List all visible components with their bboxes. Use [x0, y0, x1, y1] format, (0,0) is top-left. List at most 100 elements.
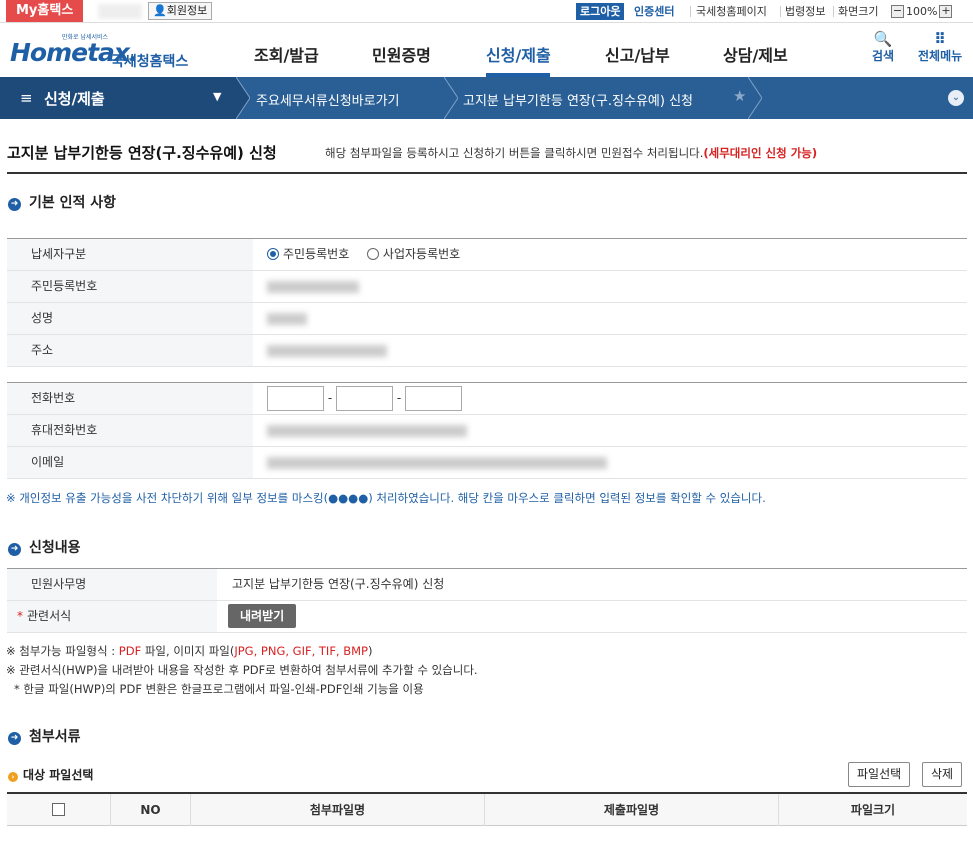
basic-info-table: 납세자구분 주민등록번호 사업자등록번호 주민등록번호 성명 주소	[7, 238, 967, 367]
gnb-report-pay[interactable]: 신고/납부	[605, 42, 670, 66]
label-taxpayer-type: 납세자구분	[7, 239, 253, 270]
section-attach-label: 첨부서류	[29, 729, 81, 745]
row-name: 성명	[7, 303, 967, 335]
row-phone: 전화번호 --	[7, 383, 967, 415]
gnb-certificate[interactable]: 민원증명	[372, 42, 431, 66]
section-basic-info-title: ➜ 기본 인적 사항	[8, 192, 116, 212]
grid-menu-icon: ⠿	[934, 30, 946, 48]
label-name: 성명	[7, 303, 253, 334]
related-form-value: 내려받기	[228, 601, 297, 632]
phone-input-1[interactable]	[267, 386, 324, 411]
zoom-control: − 100% +	[891, 3, 953, 20]
breadcrumb-bar: ≡ 신청/제출 ▼ 주요세무서류신청바로가기 고지분 납부기한등 연장(구.징수…	[0, 77, 973, 119]
page-desc-text: 해당 첨부파일을 등록하시고 신청하기 버튼을 클릭하시면 민원접수 처리됩니다…	[325, 146, 704, 160]
zoom-in-button[interactable]: +	[939, 5, 953, 18]
masked-value	[267, 424, 467, 437]
masked-value	[267, 456, 607, 469]
row-email: 이메일	[7, 447, 967, 479]
request-table: 민원사무명 고지분 납부기한등 연장(구.징수유예) 신청 * 관련서식 내려받기	[7, 568, 967, 633]
mobile-value-masked[interactable]	[267, 415, 467, 446]
logo-korean: 국세청홈택스	[111, 54, 189, 70]
note-red: PDF	[118, 644, 142, 658]
name-value-masked[interactable]	[267, 303, 307, 334]
phone-input-2[interactable]	[336, 386, 393, 411]
caret-down-icon: ▼	[213, 90, 222, 103]
note-text: ※ 첨부가능 파일형식 :	[6, 644, 119, 658]
note-hwp-pdf: * 한글 파일(HWP)의 PDF 변환은 한글프로그램에서 파일-인쇄-PDF…	[14, 682, 424, 696]
note-text: )	[368, 644, 373, 658]
cert-center-link[interactable]: 인증센터	[634, 3, 674, 20]
hometax-logo[interactable]: 만화로 납세서비스 Hometax. 국세청홈택스	[6, 29, 196, 73]
favorite-star-icon[interactable]: ★	[733, 87, 746, 105]
row-service-name: 민원사무명 고지분 납부기한등 연장(구.징수유예) 신청	[7, 569, 967, 601]
chevron-separator-icon	[444, 77, 458, 119]
radio-brn[interactable]	[366, 248, 379, 260]
search-button[interactable]: 🔍 검색	[872, 32, 895, 64]
radio-rrn[interactable]	[267, 248, 279, 260]
note-hwp-convert: ※ 관련서식(HWP)을 내려받아 내용을 작성한 후 PDF로 변환하여 첨부…	[6, 663, 478, 677]
nts-homepage-link[interactable]: 국세청홈페이지	[696, 3, 767, 20]
zoom-out-button[interactable]: −	[891, 5, 904, 18]
breadcrumb-item-shortcut[interactable]: 주요세무서류신청바로가기	[256, 90, 400, 109]
section-request-label: 신청내용	[29, 540, 81, 556]
masked-value	[267, 312, 307, 325]
target-file-label: 대상 파일선택	[23, 768, 94, 782]
email-value-masked[interactable]	[267, 447, 607, 478]
page-title: 고지분 납부기한등 연장(구.징수유예) 신청	[7, 144, 277, 162]
taxpayer-type-radios: 주민등록번호 사업자등록번호	[267, 239, 460, 270]
gnb-inquiry[interactable]: 조회/발급	[254, 42, 319, 66]
all-menu-label: 전체메뉴	[918, 49, 963, 63]
menu-dropdown[interactable]: ≡ 신청/제출 ▼	[0, 77, 236, 119]
row-taxpayer-type: 납세자구분 주민등록번호 사업자등록번호	[7, 239, 967, 271]
divider	[780, 6, 781, 17]
phone-sep: -	[327, 391, 333, 405]
zoom-level: 100%	[906, 5, 938, 18]
address-value-masked[interactable]	[267, 335, 387, 366]
target-file-select-title: › 대상 파일선택	[8, 766, 93, 783]
page-desc-highlight: (세무대리인 신청 가능)	[703, 146, 818, 160]
label-related-form: * 관련서식	[7, 601, 217, 632]
expand-circle-icon[interactable]: ⌄	[948, 90, 964, 106]
member-info-button[interactable]: 👤회원정보	[148, 2, 213, 20]
chevron-separator-icon	[236, 77, 250, 119]
rrn-value-masked[interactable]	[267, 271, 359, 302]
header-no: NO	[111, 794, 191, 826]
gnb-apply-submit[interactable]: 신청/제출	[486, 42, 551, 66]
select-all-checkbox[interactable]	[52, 803, 65, 816]
arrow-bullet-icon: ➜	[8, 732, 21, 745]
page-description: 해당 첨부파일을 등록하시고 신청하기 버튼을 클릭하시면 민원접수 처리됩니다…	[325, 145, 817, 161]
label-service-name: 민원사무명	[7, 569, 217, 600]
phone-input-3[interactable]	[405, 386, 462, 411]
section-basic-label: 기본 인적 사항	[29, 195, 117, 211]
user-icon: 👤	[153, 4, 167, 17]
law-info-link[interactable]: 법령정보	[785, 3, 825, 20]
breadcrumb-item-current[interactable]: 고지분 납부기한등 연장(구.징수유예) 신청	[463, 90, 693, 109]
download-button[interactable]: 내려받기	[228, 604, 297, 628]
service-name-value: 고지분 납부기한등 연장(구.징수유예) 신청	[232, 577, 445, 591]
label-rrn: 주민등록번호	[7, 271, 253, 302]
member-info-label: 회원정보	[166, 4, 208, 17]
section-attach-title: ➜ 첨부서류	[8, 726, 81, 746]
header-attach-filename: 첨부파일명	[191, 794, 485, 826]
attachment-notes: ※ 첨부가능 파일형식 : PDF 파일, 이미지 파일(JPG, PNG, G…	[6, 642, 478, 699]
delete-button[interactable]: 삭제	[922, 762, 963, 787]
header-submit-filename: 제출파일명	[485, 794, 779, 826]
header-checkbox	[7, 794, 111, 826]
file-select-button[interactable]: 파일선택	[848, 762, 911, 787]
label-email: 이메일	[7, 447, 253, 478]
my-hometax-button[interactable]: My홈택스	[6, 0, 84, 22]
search-label: 검색	[872, 49, 895, 63]
label-mobile: 휴대전화번호	[7, 415, 253, 446]
gnb-consult[interactable]: 상담/제보	[723, 42, 788, 66]
radio-rrn-label[interactable]: 주민등록번호	[283, 247, 349, 261]
arrow-bullet-icon: ➜	[8, 543, 21, 556]
menu-label: 신청/제출	[44, 90, 105, 108]
note-text: 파일, 이미지 파일(	[141, 644, 235, 658]
row-rrn: 주민등록번호	[7, 271, 967, 303]
all-menu-button[interactable]: ⠿ 전체메뉴	[918, 30, 963, 64]
note-red: JPG, PNG, GIF, TIF, BMP	[234, 644, 368, 658]
screen-size-label: 화면크기	[838, 5, 879, 18]
phone-inputs: --	[267, 383, 462, 414]
logout-button[interactable]: 로그아웃	[576, 3, 625, 20]
radio-brn-label[interactable]: 사업자등록번호	[383, 247, 460, 261]
